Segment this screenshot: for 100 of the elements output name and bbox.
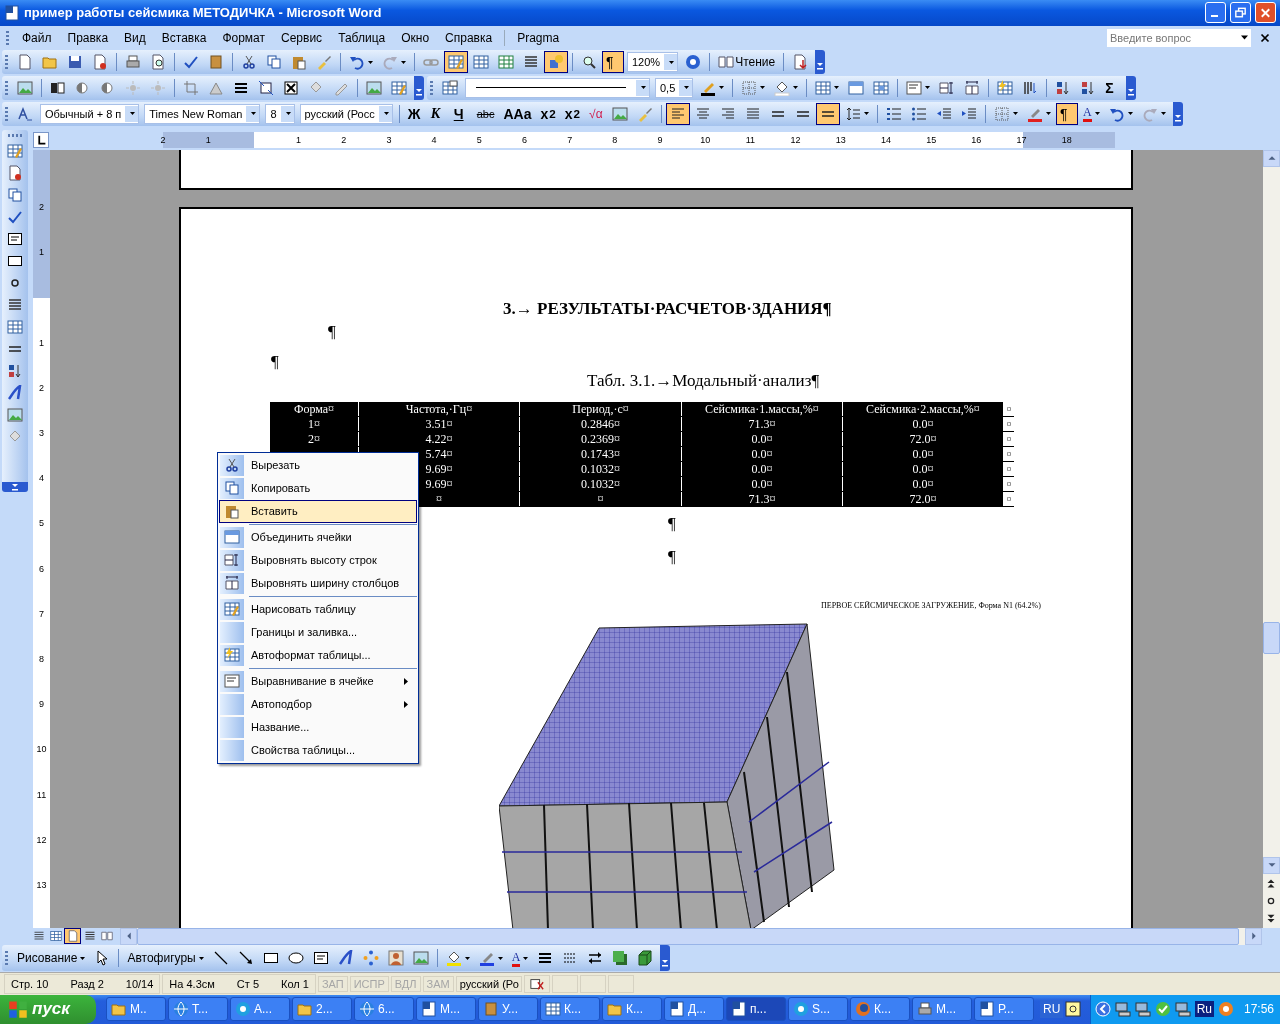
table-cell: 0.1743¤ (520, 446, 682, 461)
format-button[interactable]: Ч (449, 102, 472, 125)
menu-item[interactable]: Свойства таблицы... (219, 738, 417, 762)
taskbar-button[interactable]: 2... (292, 997, 352, 1022)
dropdown-field[interactable]: 0,5 (655, 78, 694, 98)
status-field: Ст 5 (236, 978, 259, 991)
format-button[interactable]: AAa (499, 102, 536, 125)
ruler-number: 13 (35, 878, 48, 892)
format-button[interactable]: Σ (1101, 77, 1124, 99)
section-heading: 3.→ РЕЗУЛЬТАТЫ·РАСЧЕТОВ·ЗДАНИЯ¶ (503, 298, 832, 319)
menu-item[interactable]: Вставить (219, 499, 417, 523)
format-button[interactable]: abc (472, 102, 499, 125)
dropdown-field[interactable]: 8 (265, 103, 295, 124)
menu-item[interactable]: Выравнивание в ячейке (219, 669, 417, 693)
ruler-number: 2 (159, 134, 167, 145)
taskbar-button[interactable]: К... (850, 997, 910, 1022)
table-cell: 0.0¤ (682, 461, 843, 476)
menu-item[interactable]: Выровнять ширину столбцов (219, 571, 417, 595)
row-end-mark: ¤ (1004, 446, 1014, 461)
table-cell: ¤ (520, 491, 682, 506)
format-button[interactable]: Ж (403, 102, 426, 125)
menu-item[interactable]: Справка (438, 28, 500, 47)
menu-item[interactable]: Вид (117, 28, 153, 47)
format-button[interactable]: К (426, 102, 449, 125)
menu-button[interactable]: Автофигуры (123, 947, 208, 970)
ruler-number: 1 (38, 336, 45, 350)
taskbar-button[interactable]: Р... (974, 997, 1034, 1022)
menu-item[interactable]: Файл (15, 28, 59, 47)
ruler-number: 1 (295, 134, 303, 145)
language-indicator[interactable]: RU (1040, 1000, 1064, 1019)
ruler-number: 15 (925, 134, 938, 145)
menu-item[interactable]: Нарисовать таблицу (219, 597, 417, 621)
menu-item[interactable]: Таблица (331, 28, 393, 47)
dropdown-field[interactable]: 120% (627, 52, 679, 73)
font-color-button[interactable]: A (1079, 102, 1104, 125)
format-button[interactable]: ¶ (602, 51, 624, 74)
taskbar-button[interactable]: К... (602, 997, 662, 1022)
ruler-number: 7 (38, 607, 45, 621)
clock: 17:56 (1243, 1002, 1274, 1017)
taskbar-button[interactable]: Т... (168, 997, 228, 1022)
window-title: пример работы сейсмика МЕТОДИЧКА - Microsoft Word (24, 5, 382, 21)
help-search-box[interactable]: Введите вопрос (1106, 27, 1252, 48)
dropdown-field[interactable]: Обычный + 8 п (40, 103, 140, 124)
column-header: Форма¤ (270, 401, 359, 416)
table-cell: 71.3¤ (682, 416, 843, 431)
ruler-number: 6 (521, 134, 528, 145)
font-color-button[interactable]: A (507, 947, 533, 970)
dropdown-field[interactable]: Times New Roman (144, 103, 261, 124)
table-cell: 1¤ (270, 416, 359, 431)
menu-item[interactable]: Название... (219, 715, 417, 739)
row-end-mark: ¤ (1004, 401, 1014, 416)
taskbar-button[interactable]: У... (478, 997, 538, 1022)
ruler-number: 7 (566, 134, 574, 145)
ruler-number: 5 (38, 517, 45, 531)
menu-item[interactable]: Выровнять высоту строк (219, 548, 417, 572)
taskbar-button[interactable]: S... (788, 997, 848, 1022)
taskbar-button[interactable]: К... (540, 997, 600, 1022)
taskbar-button[interactable]: М.. (106, 997, 166, 1022)
table-cell: 0.2846¤ (520, 416, 682, 431)
ruler-number: 8 (611, 134, 619, 145)
ruler-number: 3 (385, 134, 393, 145)
menu-item[interactable]: Вставка (154, 28, 214, 47)
status-field: На 4.3см (169, 978, 215, 991)
ruler-number: 4 (430, 134, 438, 145)
format-button[interactable]: √α (585, 102, 608, 125)
ruler-number: 12 (35, 833, 48, 847)
dropdown-field[interactable]: русский (Росс (299, 103, 393, 124)
status-field: Разд 2 (70, 978, 104, 991)
menu-item[interactable]: Формат (215, 28, 273, 47)
format-button[interactable]: ¶ (1056, 102, 1079, 125)
menu-button[interactable]: Рисование (13, 947, 90, 970)
ruler-number: 2 (340, 134, 348, 145)
taskbar-button[interactable]: М... (912, 997, 972, 1022)
taskbar-button[interactable]: А... (230, 997, 290, 1022)
column-header: Сейсмика·1.массы,%¤ (682, 401, 843, 416)
menu-item[interactable]: Окно (394, 28, 437, 47)
table-cell: 0.2369¤ (520, 431, 682, 446)
menu-item[interactable]: Правка (60, 28, 116, 47)
taskbar-button[interactable]: п... (726, 997, 786, 1022)
menu-item[interactable]: Объединить ячейки (219, 525, 417, 549)
menu-item[interactable]: Автоподбор (219, 692, 417, 716)
taskbar-button[interactable]: 6... (354, 997, 414, 1022)
ruler-number: 9 (656, 134, 664, 145)
menu-item[interactable]: Сервис (274, 28, 330, 47)
input-language-indicator[interactable]: Ru (1194, 1001, 1214, 1018)
ruler-number: 2 (38, 381, 45, 395)
ruler-number: 13 (834, 134, 847, 145)
taskbar-button[interactable]: М... (416, 997, 476, 1022)
ruler-number: 16 (970, 134, 983, 145)
row-end-mark: ¤ (1004, 461, 1014, 476)
ruler-number: 1 (38, 246, 45, 260)
table-cell: 0.1032¤ (520, 476, 682, 491)
reading-button[interactable]: Чтение (714, 51, 780, 74)
paragraph-mark: ¶ (271, 351, 279, 372)
menu-item[interactable]: Pragma (510, 28, 567, 47)
menu-item[interactable]: Автоформат таблицы... (219, 643, 417, 667)
status-field: 10/14 (125, 978, 154, 991)
ruler-number: 1 (204, 134, 212, 145)
taskbar-button[interactable]: Д... (664, 997, 724, 1022)
menu-item[interactable]: Границы и заливка... (219, 620, 417, 644)
